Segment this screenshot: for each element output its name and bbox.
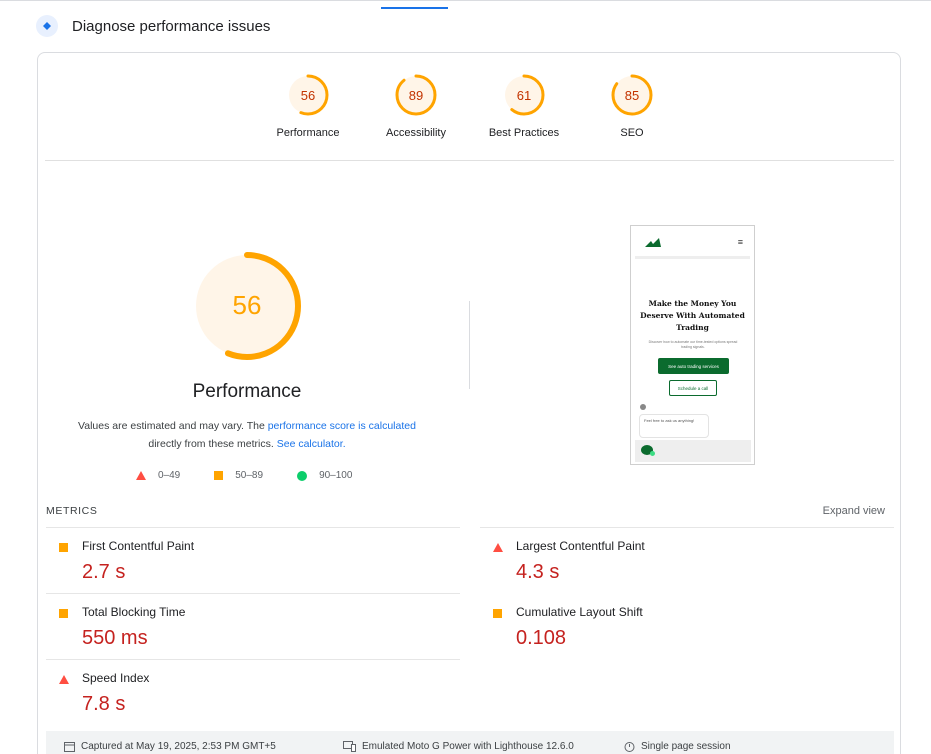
session-text: Single page session: [641, 741, 731, 752]
preview-chat-bubble: Feel free to ask us anything!: [639, 414, 709, 438]
gauge-accessibility-score: 89: [409, 88, 423, 103]
preview-chat-avatar: [640, 404, 646, 410]
legend-pass-range: 90–100: [319, 470, 353, 481]
metric-name: First Contentful Paint: [82, 539, 195, 553]
metric-lcp: Largest Contentful Paint 4.3 s: [480, 527, 894, 593]
gauge-seo-score: 85: [625, 88, 639, 103]
metrics-heading: METRICS: [46, 505, 98, 517]
site-logo-icon: [645, 238, 661, 247]
legend-average-range: 50–89: [235, 470, 264, 481]
metric-value: 2.7 s: [82, 561, 126, 583]
circle-icon: [297, 470, 308, 481]
gauge-performance-ring: 56: [287, 74, 329, 116]
performance-score: 56: [233, 290, 262, 320]
gauge-accessibility-label: Accessibility: [386, 127, 446, 139]
gauges-divider: [45, 160, 894, 161]
gauge-seo-label: SEO: [620, 127, 644, 139]
performance-gauge: 56: [193, 252, 301, 360]
devices-icon: [343, 741, 356, 752]
legend-fail-range: 0–49: [158, 470, 181, 481]
section-header: Diagnose performance issues: [36, 14, 270, 38]
device-text: Emulated Moto G Power with Lighthouse 12…: [362, 741, 574, 752]
preview-secondary-button: Schedule a call: [669, 380, 717, 396]
square-icon: [493, 609, 502, 618]
metric-value: 4.3 s: [516, 561, 560, 583]
calendar-icon: [64, 742, 75, 752]
page-screenshot-preview[interactable]: ≡ Make the Money You Deserve With Automa…: [630, 225, 755, 465]
captured-text: Captured at May 19, 2025, 2:53 PM GMT+5: [81, 741, 276, 752]
gauge-accessibility[interactable]: 89 Accessibility: [362, 73, 470, 139]
triangle-icon: [59, 675, 69, 684]
preview-primary-button: See auto trading services: [658, 358, 729, 374]
square-icon: [214, 471, 224, 480]
gauge-seo-ring: 85: [611, 74, 653, 116]
gauge-performance-score: 56: [301, 88, 315, 103]
vertical-divider: [469, 301, 470, 389]
category-gauges: 56 Performance 89 Accessibility 61 Best …: [38, 73, 902, 139]
device-info: Emulated Moto G Power with Lighthouse 12…: [343, 741, 574, 752]
session-info: Single page session: [624, 741, 731, 752]
section-title: Diagnose performance issues: [72, 17, 271, 35]
triangle-icon: [136, 471, 146, 480]
active-tab-indicator: [381, 7, 448, 9]
gauge-performance-label: Performance: [276, 127, 340, 139]
metric-tbt: Total Blocking Time 550 ms: [46, 593, 460, 659]
performance-title: Performance: [192, 381, 302, 402]
preview-nav-bar: [635, 256, 750, 259]
legend-fail: 0–49: [136, 470, 180, 481]
metric-name: Total Blocking Time: [82, 605, 186, 619]
gauge-best-practices[interactable]: 61 Best Practices: [470, 73, 578, 139]
lighthouse-icon: [36, 15, 58, 37]
legend-pass: 90–100: [297, 470, 352, 481]
gauge-best-practices-label: Best Practices: [488, 127, 560, 139]
expand-view-button[interactable]: Expand view: [823, 505, 885, 517]
gauge-best-practices-ring: 61: [503, 74, 545, 116]
gauge-seo[interactable]: 85 SEO: [578, 73, 686, 139]
report-card: 56 Performance 89 Accessibility 61 Best …: [37, 52, 901, 754]
gauge-accessibility-ring: 89: [395, 74, 437, 116]
captured-at: Captured at May 19, 2025, 2:53 PM GMT+5: [64, 741, 276, 752]
timer-icon: [624, 742, 635, 752]
metric-value: 550 ms: [82, 627, 148, 649]
desc-text-2: directly from these metrics.: [148, 438, 277, 450]
metric-name: Cumulative Layout Shift: [516, 605, 643, 619]
legend-average: 50–89: [214, 470, 263, 481]
metric-value: 7.8 s: [82, 693, 126, 715]
square-icon: [59, 609, 68, 618]
see-calculator-link[interactable]: See calculator.: [277, 438, 346, 450]
square-icon: [59, 543, 68, 552]
performance-score-link[interactable]: performance score is calculated: [268, 420, 416, 432]
score-legend: 0–49 50–89 90–100: [136, 470, 386, 481]
metric-fcp: First Contentful Paint 2.7 s: [46, 527, 460, 593]
triangle-icon: [493, 543, 503, 552]
metric-cls: Cumulative Layout Shift 0.108: [480, 593, 894, 659]
online-status-icon: [650, 451, 655, 456]
desc-text-1: Values are estimated and may vary. The: [78, 420, 268, 432]
gauge-best-practices-score: 61: [517, 88, 531, 103]
metric-name: Speed Index: [82, 671, 150, 685]
metric-speed-index: Speed Index 7.8 s: [46, 659, 460, 725]
gauge-performance[interactable]: 56 Performance: [254, 73, 362, 139]
preview-subtext: Discover how to automate our time-tested…: [648, 340, 738, 349]
performance-description: Values are estimated and may vary. The p…: [58, 417, 436, 453]
metric-name: Largest Contentful Paint: [516, 539, 645, 553]
report-footer: Captured at May 19, 2025, 2:53 PM GMT+5 …: [46, 731, 894, 754]
preview-headline: Make the Money You Deserve With Automate…: [640, 299, 745, 332]
top-rule: [0, 0, 931, 1]
hamburger-menu-icon: ≡: [737, 237, 743, 247]
metric-value: 0.108: [516, 627, 567, 649]
